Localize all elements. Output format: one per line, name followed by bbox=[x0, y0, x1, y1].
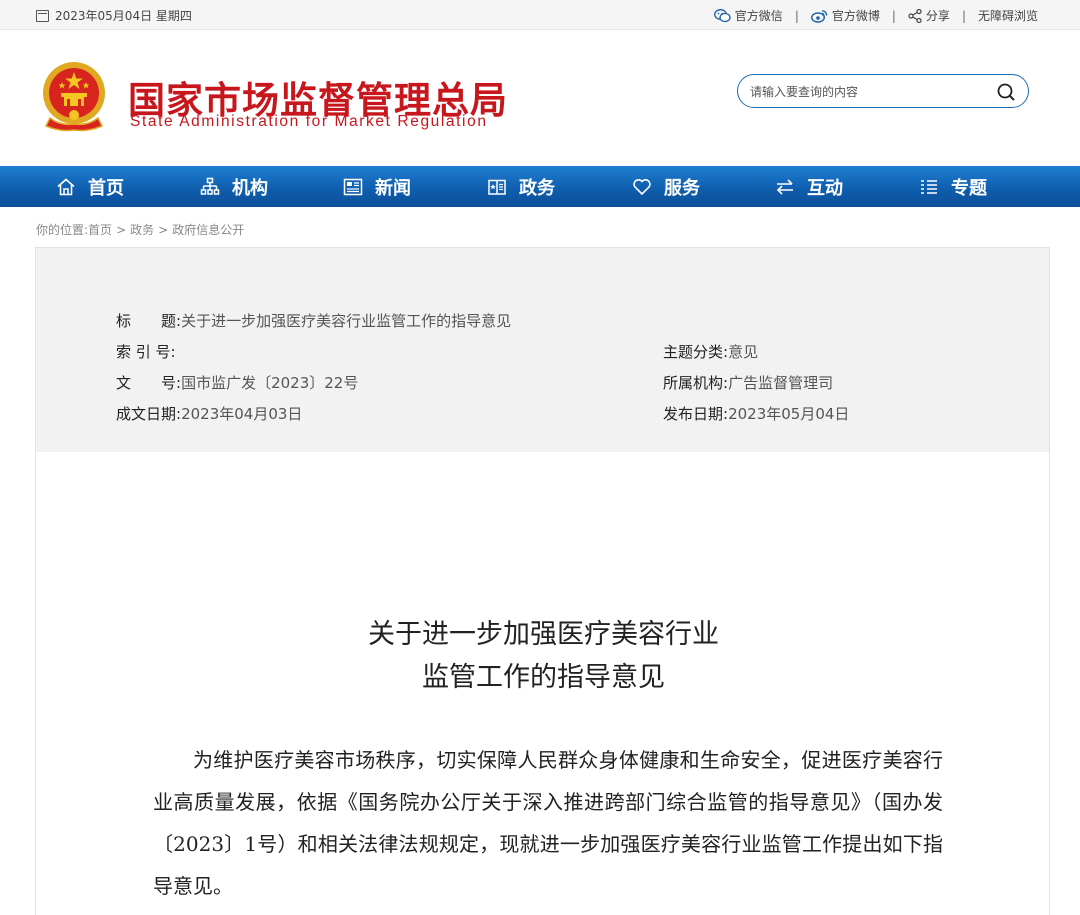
breadcrumb-separator: > bbox=[116, 223, 127, 237]
meta-title-label: 标 题: bbox=[116, 312, 182, 330]
meta-org-label: 所属机构: bbox=[663, 374, 729, 392]
search-input[interactable] bbox=[750, 83, 990, 101]
share-link[interactable]: 分享 bbox=[908, 7, 950, 24]
meta-docno-label: 文 号: bbox=[116, 374, 182, 392]
meta-title: 标 题: 关于进一步加强医疗美容行业监管工作的指导意见 bbox=[116, 310, 511, 331]
breadcrumb-info-disclosure[interactable]: 政府信息公开 bbox=[172, 223, 244, 237]
national-emblem-logo[interactable] bbox=[40, 60, 108, 134]
meta-org-value: 广告监督管理司 bbox=[728, 374, 834, 392]
search-box bbox=[737, 74, 1029, 108]
meta-topic: 主题分类: 意见 bbox=[663, 341, 758, 362]
meta-topic-label: 主题分类: bbox=[663, 343, 729, 361]
weibo-link[interactable]: 官方微博 bbox=[810, 7, 880, 24]
accessibility-label: 无障碍浏览 bbox=[977, 9, 1038, 23]
article-paragraph: 为维护医疗美容市场秩序，切实保障人民群众身体健康和生命安全，促进医疗美容行业高质… bbox=[153, 748, 943, 898]
site-title-en: State Administration for Market Regulati… bbox=[130, 113, 488, 130]
weibo-label: 官方微博 bbox=[831, 9, 880, 23]
main-nav: 首页 机构 新闻 政务 服务 互动 专题 bbox=[0, 166, 1080, 207]
top-bar: 2023年05月04日 星期四 官方微信 | 官方微博 | 分享 | 无障碍浏览 bbox=[0, 0, 1080, 30]
meta-docno-value: 国市监广发〔2023〕22号 bbox=[181, 374, 359, 392]
meta-index-label: 索 引 号: bbox=[116, 343, 176, 361]
nav-item-news[interactable]: 新闻 bbox=[343, 166, 411, 207]
date-display: 2023年05月04日 星期四 bbox=[36, 7, 192, 24]
nav-label: 首页 bbox=[88, 177, 124, 199]
nav-label: 政务 bbox=[519, 177, 555, 199]
breadcrumb-government[interactable]: 政务 bbox=[130, 223, 154, 237]
nav-label: 专题 bbox=[951, 177, 987, 199]
date-text: 2023年05月04日 星期四 bbox=[55, 9, 192, 23]
divider: | bbox=[891, 8, 896, 23]
wechat-icon bbox=[713, 8, 731, 22]
government-icon bbox=[488, 179, 506, 195]
meta-date: 成文日期: 2023年04月03日 bbox=[116, 403, 302, 424]
site-header: 国家市场监督管理总局 State Administration for Mark… bbox=[0, 30, 1080, 166]
accessibility-link[interactable]: 无障碍浏览 bbox=[978, 7, 1038, 24]
share-icon bbox=[908, 8, 922, 23]
nav-label: 服务 bbox=[664, 177, 700, 199]
meta-pubdate: 发布日期: 2023年05月04日 bbox=[663, 403, 849, 424]
breadcrumb-home[interactable]: 首页 bbox=[88, 223, 112, 237]
nav-label: 新闻 bbox=[375, 177, 411, 199]
divider: | bbox=[794, 8, 799, 23]
wechat-link[interactable]: 官方微信 bbox=[713, 7, 783, 24]
nav-item-service[interactable]: 服务 bbox=[632, 166, 700, 207]
document-meta-box: 标 题: 关于进一步加强医疗美容行业监管工作的指导意见 索 引 号: 文 号: … bbox=[35, 247, 1050, 453]
meta-pubdate-value: 2023年05月04日 bbox=[728, 405, 850, 423]
meta-org: 所属机构: 广告监督管理司 bbox=[663, 372, 833, 393]
meta-topic-value: 意见 bbox=[728, 343, 759, 361]
heart-icon bbox=[633, 178, 651, 195]
divider: | bbox=[961, 8, 966, 23]
share-label: 分享 bbox=[925, 9, 950, 23]
article-content: 关于进一步加强医疗美容行业 监管工作的指导意见 为维护医疗美容市场秩序，切实保障… bbox=[35, 452, 1050, 915]
top-links: 官方微信 | 官方微博 | 分享 | 无障碍浏览 bbox=[713, 7, 1038, 24]
nav-label: 互动 bbox=[807, 177, 843, 199]
search-icon[interactable] bbox=[996, 82, 1016, 102]
meta-index: 索 引 号: bbox=[116, 341, 176, 362]
article-title-line2: 监管工作的指导意见 bbox=[422, 662, 665, 693]
meta-docno: 文 号: 国市监广发〔2023〕22号 bbox=[116, 372, 358, 393]
nav-item-government[interactable]: 政务 bbox=[487, 166, 555, 207]
weibo-icon bbox=[810, 9, 828, 23]
meta-pubdate-label: 发布日期: bbox=[663, 405, 729, 423]
nav-item-topics[interactable]: 专题 bbox=[919, 166, 987, 207]
org-icon bbox=[200, 177, 220, 195]
nav-item-org[interactable]: 机构 bbox=[200, 166, 268, 207]
article-title-line1: 关于进一步加强医疗美容行业 bbox=[368, 619, 719, 650]
home-icon bbox=[57, 177, 75, 195]
calendar-icon bbox=[36, 9, 49, 22]
meta-date-label: 成文日期: bbox=[116, 405, 182, 423]
breadcrumb: 你的位置:首页 > 政务 > 政府信息公开 bbox=[36, 221, 244, 238]
nav-item-home[interactable]: 首页 bbox=[56, 166, 124, 207]
nav-label: 机构 bbox=[232, 177, 268, 199]
wechat-label: 官方微信 bbox=[734, 9, 783, 23]
exchange-icon bbox=[776, 178, 793, 195]
news-icon bbox=[343, 178, 363, 195]
nav-item-interact[interactable]: 互动 bbox=[775, 166, 843, 207]
list-icon bbox=[921, 179, 937, 194]
breadcrumb-separator: > bbox=[158, 223, 169, 237]
breadcrumb-prefix: 你的位置: bbox=[36, 223, 89, 237]
meta-title-value: 关于进一步加强医疗美容行业监管工作的指导意见 bbox=[181, 312, 512, 330]
meta-date-value: 2023年04月03日 bbox=[181, 405, 303, 423]
